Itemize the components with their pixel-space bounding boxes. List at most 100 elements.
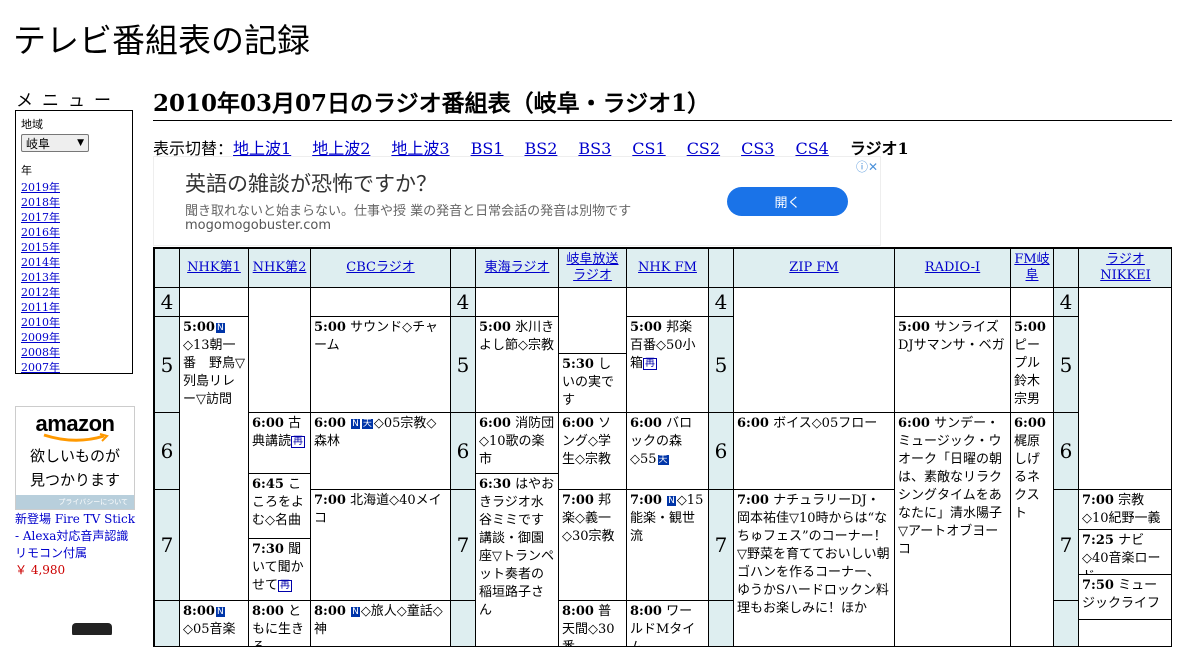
program-cell[interactable]: 8:00 N◇05音楽 bbox=[179, 600, 249, 646]
site-title: テレビ番組表の記録 bbox=[13, 21, 310, 60]
year-link[interactable]: 2019年 bbox=[21, 181, 60, 194]
station-link-zipfm[interactable]: ZIP FM bbox=[789, 260, 838, 276]
program-empty bbox=[248, 287, 311, 413]
program-cell[interactable]: 7:00 N ◇15能楽・観世流 bbox=[626, 489, 709, 601]
station-header: NHK第2 bbox=[248, 248, 311, 288]
year-link[interactable]: 2012年 bbox=[21, 286, 60, 299]
program-cell[interactable]: 8:00 ワールドMタイム bbox=[626, 600, 709, 646]
program-cell[interactable]: 7:00 北海道◇40メイコ bbox=[310, 489, 451, 601]
program-cell[interactable]: 7:00 宗教◇10紀野一義再 bbox=[1078, 489, 1171, 530]
year-link[interactable]: 2017年 bbox=[21, 211, 60, 224]
year-link[interactable]: 2010年 bbox=[21, 316, 60, 329]
hour-header-blank bbox=[154, 248, 180, 288]
program-cell[interactable]: 5:30 しいの実です bbox=[558, 353, 627, 413]
product-ad: 新登場 Fire TV Stick - Alexa対応音声認識リモコン付属 ￥ … bbox=[15, 511, 137, 579]
year-link[interactable]: 2018年 bbox=[21, 196, 60, 209]
program-empty bbox=[1078, 619, 1171, 646]
program-cell[interactable]: 6:00 N 天 ◇05宗教◇森林 bbox=[310, 412, 451, 490]
program-cell[interactable]: 5:00 N◇13朝一番 野鳥▽列島リレー▽訪問 bbox=[179, 316, 249, 601]
news-badge-icon: N bbox=[351, 419, 360, 429]
program-cell[interactable]: 5:00 ピープル鈴木宗男 bbox=[1010, 316, 1054, 413]
program-cell[interactable]: 6:00 古典講読再 bbox=[248, 412, 311, 474]
product-title-link[interactable]: 新登場 Fire TV Stick - Alexa対応音声認識リモコン付属 bbox=[15, 512, 135, 560]
rebroadcast-icon: 再 bbox=[278, 580, 293, 592]
station-link-fmgifu[interactable]: FM岐阜 bbox=[1013, 252, 1051, 284]
program-cell[interactable]: 5:00 氷川きよし節◇宗教 bbox=[475, 316, 559, 413]
program-cell[interactable]: 7:25 ナビ◇40音楽ロード bbox=[1078, 529, 1171, 575]
product-price: ￥ 4,980 bbox=[15, 563, 66, 577]
program-cell[interactable]: 7:50 ミュージックライフ bbox=[1078, 574, 1171, 620]
station-header: 東海ラジオ bbox=[475, 248, 559, 288]
region-select[interactable]: 岐阜 ▼ bbox=[21, 134, 89, 152]
privacy-link[interactable]: プライバシーについて bbox=[16, 495, 134, 509]
news-badge-icon: N bbox=[215, 323, 225, 333]
menu-box: 地域 岐阜 ▼ 年 2019年 2018年 2017年 2016年 2015年 … bbox=[15, 110, 133, 374]
amazon-ad-banner[interactable]: amazon 欲しいものが 見つかります プライバシーについて bbox=[15, 406, 135, 510]
hour-label-6: 6 bbox=[450, 412, 476, 490]
hour-label-6: 6 bbox=[154, 412, 180, 490]
hour-header-blank bbox=[450, 248, 476, 288]
program-cell[interactable]: 7:00 邦楽◇義一◇30宗教 bbox=[558, 489, 627, 601]
station-link-tokai[interactable]: 東海ラジオ bbox=[485, 260, 550, 276]
year-link[interactable]: 2008年 bbox=[21, 346, 60, 359]
ad-subtext: 聞き取れないと始まらない。仕事や授 業の発音と日常会話の発音は別物です bbox=[185, 204, 632, 219]
program-cell[interactable]: 6:00 消防団◇10歌の楽市 bbox=[475, 412, 559, 474]
hour-label-8 bbox=[708, 600, 734, 646]
year-link[interactable]: 2014年 bbox=[21, 256, 60, 269]
hour-label-5: 5 bbox=[1053, 316, 1079, 413]
program-empty bbox=[1078, 287, 1171, 490]
station-link-nikkei[interactable]: ラジオNIKKEI bbox=[1081, 252, 1170, 284]
year-link[interactable]: 2007年 bbox=[21, 361, 60, 374]
hour-header-blank bbox=[1053, 248, 1079, 288]
program-empty bbox=[1010, 287, 1054, 317]
news-badge-icon: N bbox=[667, 496, 676, 506]
station-header: CBCラジオ bbox=[310, 248, 451, 288]
ad-open-button[interactable]: 開く bbox=[727, 187, 848, 216]
program-cell[interactable]: 8:00 N ◇旅人◇童話◇神 bbox=[310, 600, 451, 646]
hour-label-6: 6 bbox=[1053, 412, 1079, 490]
ad-info-close-icon[interactable]: ⓘ✕ bbox=[856, 158, 878, 175]
year-link[interactable]: 2013年 bbox=[21, 271, 60, 284]
year-link[interactable]: 2009年 bbox=[21, 331, 60, 344]
station-header: NHK第1 bbox=[179, 248, 249, 288]
program-cell[interactable]: 6:00 ボイス◇05フロー bbox=[733, 412, 895, 490]
year-link[interactable]: 2015年 bbox=[21, 241, 60, 254]
program-cell[interactable]: 5:00 サウンド◇チャーム bbox=[310, 316, 451, 413]
program-cell[interactable]: 8:00 ともに生きる bbox=[248, 600, 311, 646]
news-badge-icon: N bbox=[215, 607, 225, 617]
program-cell[interactable]: 6:00 サンデー・ミュージック・ウオーク「日曜の朝は、素敵なリラクシングタイム… bbox=[894, 412, 1011, 646]
hour-label-4: 4 bbox=[450, 287, 476, 317]
page-heading: 2010年03月07日のラジオ番組表（岐阜・ラジオ1） bbox=[153, 84, 1172, 121]
ad-domain: mogomogobuster.com bbox=[185, 218, 332, 233]
station-link-radioi[interactable]: RADIO-I bbox=[925, 260, 980, 276]
program-cell[interactable]: 5:00 邦楽百番◇50小箱再 bbox=[626, 316, 709, 413]
year-link[interactable]: 2011年 bbox=[21, 301, 60, 314]
hour-label-7: 7 bbox=[708, 489, 734, 601]
program-cell[interactable]: 6:45 こころをよむ◇名曲 bbox=[248, 473, 311, 539]
hour-label-8 bbox=[1053, 600, 1079, 646]
hour-label-5: 5 bbox=[708, 316, 734, 413]
station-link-nhk2[interactable]: NHK第2 bbox=[253, 260, 307, 276]
program-cell[interactable]: 7:30 聞いて聞かせて再 bbox=[248, 538, 311, 601]
amazon-tagline-2: 見つかります bbox=[29, 471, 120, 489]
program-empty bbox=[310, 287, 451, 317]
rebroadcast-icon: 再 bbox=[291, 436, 306, 448]
station-link-gifu[interactable]: 岐阜放送ラジオ bbox=[561, 252, 624, 284]
program-cell[interactable]: 8:00 普天間◇30番 bbox=[558, 600, 627, 646]
program-empty bbox=[558, 287, 627, 354]
station-link-nhkfm[interactable]: NHK FM bbox=[638, 260, 697, 276]
chevron-down-icon: ▼ bbox=[77, 138, 84, 148]
hour-label-7: 7 bbox=[1053, 489, 1079, 601]
program-cell[interactable]: 6:00 ソング◇学生◇宗教 bbox=[558, 412, 627, 490]
year-link[interactable]: 2016年 bbox=[21, 226, 60, 239]
hour-label-7: 7 bbox=[154, 489, 180, 601]
program-cell[interactable]: 6:00 バロックの森◇55 天 bbox=[626, 412, 709, 490]
program-cell[interactable]: 6:30 はやおきラジオ水谷ミミです 講談・御園座▽トランペット奏者の稲垣路子さ… bbox=[475, 473, 559, 646]
program-cell[interactable]: 7:00 ナチュラリーDJ・岡本祐佳▽10時からは“なちゅフェス”のコーナー！▽… bbox=[733, 489, 895, 646]
program-cell[interactable]: 6:00 梶原しげるネクスト bbox=[1010, 412, 1054, 646]
program-cell[interactable]: 5:00 サンライズDJサマンサ・ベガ bbox=[894, 316, 1011, 413]
station-link-cbc[interactable]: CBCラジオ bbox=[346, 260, 414, 276]
station-link-nhk1[interactable]: NHK第1 bbox=[187, 260, 241, 276]
english-ad-banner[interactable]: ⓘ✕ 英語の雑談が恐怖ですか？ 聞き取れないと始まらない。仕事や授 業の発音と日… bbox=[153, 156, 881, 246]
year-list: 2019年 2018年 2017年 2016年 2015年 2014年 2013… bbox=[21, 180, 127, 375]
